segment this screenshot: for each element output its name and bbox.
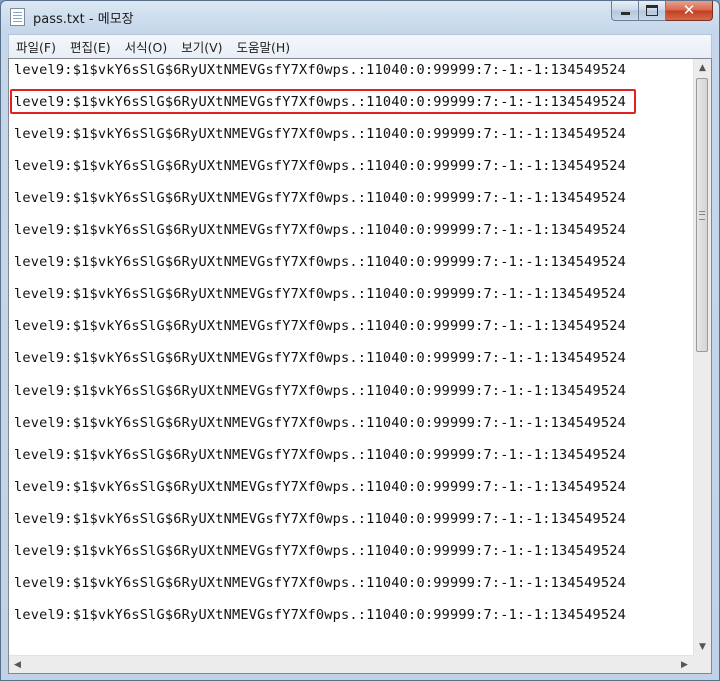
menu-file[interactable]: 파일(F) [9,37,63,56]
menu-bar: 파일(F) 편집(E) 서식(O) 보기(V) 도움말(H) [8,34,712,58]
scroll-right-button[interactable]: ▶ [676,656,693,673]
notepad-window: pass.txt - 메모장 ✕ 파일(F) 편집(E) 서식(O) 보기(V)… [0,0,720,681]
scroll-left-button[interactable]: ◀ [9,656,26,673]
text-area[interactable]: level9:$1$vkY6sSlG$6RyUXtNMEVGsfY7Xf0wps… [9,59,693,655]
size-grip [693,655,711,673]
text-line: level9:$1$vkY6sSlG$6RyUXtNMEVGsfY7Xf0wps… [14,158,627,175]
menu-format[interactable]: 서식(O) [118,37,175,56]
menu-edit[interactable]: 편집(E) [63,37,118,56]
window-title: pass.txt - 메모장 [33,11,134,27]
text-editor[interactable]: level9:$1$vkY6sSlG$6RyUXtNMEVGsfY7Xf0wps… [8,58,712,674]
text-line: level9:$1$vkY6sSlG$6RyUXtNMEVGsfY7Xf0wps… [14,446,627,463]
text-line: level9:$1$vkY6sSlG$6RyUXtNMEVGsfY7Xf0wps… [14,542,627,559]
text-line: level9:$1$vkY6sSlG$6RyUXtNMEVGsfY7Xf0wps… [14,606,627,623]
text-line: level9:$1$vkY6sSlG$6RyUXtNMEVGsfY7Xf0wps… [14,478,627,495]
vertical-scrollbar[interactable]: ▲ ▼ [693,59,711,655]
text-line: level9:$1$vkY6sSlG$6RyUXtNMEVGsfY7Xf0wps… [14,382,627,399]
text-line: level9:$1$vkY6sSlG$6RyUXtNMEVGsfY7Xf0wps… [14,126,627,143]
text-line: level9:$1$vkY6sSlG$6RyUXtNMEVGsfY7Xf0wps… [14,510,627,527]
scroll-grip-icon [699,211,705,220]
horizontal-scrollbar[interactable]: ◀ ▶ [9,655,693,673]
close-icon: ✕ [682,1,696,19]
text-line: level9:$1$vkY6sSlG$6RyUXtNMEVGsfY7Xf0wps… [14,350,627,367]
text-line: level9:$1$vkY6sSlG$6RyUXtNMEVGsfY7Xf0wps… [14,62,627,78]
text-line: level9:$1$vkY6sSlG$6RyUXtNMEVGsfY7Xf0wps… [14,286,627,303]
title-bar[interactable]: pass.txt - 메모장 ✕ [1,1,719,33]
menu-help[interactable]: 도움말(H) [230,37,298,56]
vertical-scroll-thumb[interactable] [696,78,708,352]
window-controls: ✕ [611,1,713,21]
close-button[interactable]: ✕ [666,1,713,21]
text-line: level9:$1$vkY6sSlG$6RyUXtNMEVGsfY7Xf0wps… [14,254,627,271]
menu-view[interactable]: 보기(V) [174,37,229,56]
text-line: level9:$1$vkY6sSlG$6RyUXtNMEVGsfY7Xf0wps… [14,190,627,207]
text-line: level9:$1$vkY6sSlG$6RyUXtNMEVGsfY7Xf0wps… [14,222,627,239]
text-line: level9:$1$vkY6sSlG$6RyUXtNMEVGsfY7Xf0wps… [14,318,627,335]
maximize-button[interactable] [639,1,666,21]
scroll-up-button[interactable]: ▲ [694,59,711,76]
text-line: level9:$1$vkY6sSlG$6RyUXtNMEVGsfY7Xf0wps… [14,574,627,591]
minimize-button[interactable] [611,1,639,21]
notepad-icon[interactable] [10,8,25,26]
minimize-icon [620,12,630,15]
text-line: level9:$1$vkY6sSlG$6RyUXtNMEVGsfY7Xf0wps… [14,94,627,111]
scroll-down-button[interactable]: ▼ [694,638,711,655]
maximize-icon [646,5,658,16]
text-line: level9:$1$vkY6sSlG$6RyUXtNMEVGsfY7Xf0wps… [14,414,627,431]
